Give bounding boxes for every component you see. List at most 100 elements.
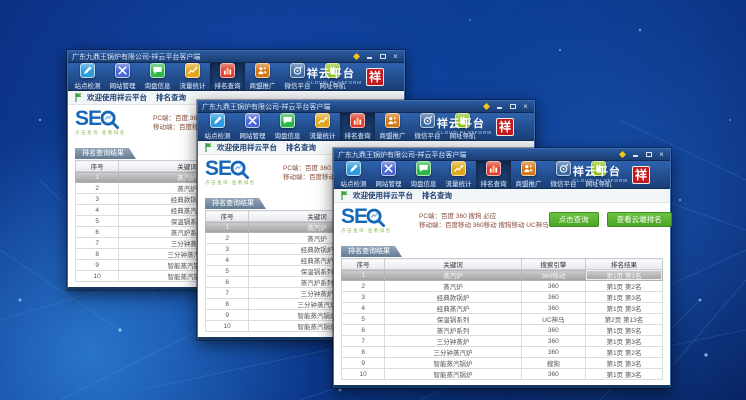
mobile-engines-line: 移动端：百度移动 360移动 搜狗移动 UC神马 xyxy=(419,221,549,230)
window-titlebar[interactable]: 广东九鼎王锅炉有限公司-祥云平台客户端 × xyxy=(198,101,534,113)
flag-icon xyxy=(205,143,212,152)
toolbar-item-inquiry-info[interactable]: 询盘信息 xyxy=(140,63,175,90)
welcome-text: 欢迎使用祥云平台 xyxy=(87,92,147,103)
welcome-text: 欢迎使用祥云平台 xyxy=(217,142,277,153)
cell-engine: 360 xyxy=(521,347,585,358)
action-buttons: 点击查询 查看云端排名 xyxy=(549,212,672,227)
table-row[interactable]: 8三分钟蒸汽炉360第1页 第2名 xyxy=(342,347,663,358)
window-controls: × xyxy=(482,102,530,111)
cell-seq: 10 xyxy=(76,271,119,282)
window-controls: × xyxy=(352,52,400,61)
toolbar-item-traffic-stats[interactable]: 流量统计 xyxy=(175,63,210,90)
table-row[interactable]: 1蒸汽炉360移动第1页 第1名 xyxy=(342,270,663,281)
column-header[interactable]: 序号 xyxy=(206,211,249,222)
toolbar-item-alliance-promo[interactable]: 商盟推广 xyxy=(375,113,410,140)
pc-engines-line: PC端：百度 360 搜狗 必应 xyxy=(419,212,549,221)
cell-seq: 4 xyxy=(206,255,249,266)
cell-rank: 第2页 第13名 xyxy=(585,314,662,325)
window-titlebar[interactable]: 广东九鼎王锅炉有限公司-祥云平台客户端 × xyxy=(68,51,404,63)
brand-subtitle: CLOUD PLATFORM xyxy=(573,178,628,183)
table-row[interactable]: 2蒸汽炉360第1页 第2名 xyxy=(342,281,663,292)
cell-seq: 5 xyxy=(206,266,249,277)
engine-list: PC端：百度 360 搜狗 必应 移动端：百度移动 360移动 搜狗移动 UC神… xyxy=(419,212,549,230)
skin-button[interactable] xyxy=(618,150,627,159)
cell-engine: UC神马 xyxy=(521,314,585,325)
cell-keyword: 三分钟蒸汽炉 xyxy=(385,347,521,358)
chat-icon xyxy=(150,63,165,78)
table-row[interactable]: 3经典款锅炉360第1页 第3名 xyxy=(342,292,663,303)
toolbar-item-inquiry-info[interactable]: 询盘信息 xyxy=(270,113,305,140)
toolbar-item-label: 网站管理 xyxy=(240,130,266,140)
toolbar-item-traffic-stats[interactable]: 流量统计 xyxy=(441,161,476,188)
pencil-icon xyxy=(80,63,95,78)
toolbar-item-rank-query[interactable]: 排名查询 xyxy=(210,63,245,90)
column-header[interactable]: 排名结果 xyxy=(585,259,662,270)
cloud-rank-button[interactable]: 查看云端排名 xyxy=(607,212,672,227)
brand-subtitle: CLOUD PLATFORM xyxy=(307,80,362,85)
magnifier-icon xyxy=(100,110,119,129)
close-button[interactable]: × xyxy=(657,150,666,159)
people-icon xyxy=(255,63,270,78)
table-row[interactable]: 9智能蒸汽锅炉搜狗第1页 第3名 xyxy=(342,358,663,369)
maximize-button[interactable] xyxy=(378,52,387,61)
table-row[interactable]: 5保温锅系列UC神马第2页 第13名 xyxy=(342,314,663,325)
maximize-button[interactable] xyxy=(644,150,653,159)
toolbar-item-rank-query[interactable]: 排名查询 xyxy=(476,161,511,188)
toolbar-item-site-manage[interactable]: 网站管理 xyxy=(235,113,270,140)
toolbar-item-site-manage[interactable]: 网站管理 xyxy=(105,63,140,90)
minimize-button[interactable] xyxy=(365,52,374,61)
close-button[interactable]: × xyxy=(391,52,400,61)
people-icon xyxy=(521,161,536,176)
tab-rank-results[interactable]: 排名查询结果 xyxy=(341,246,402,257)
toolbar-item-traffic-stats[interactable]: 流量统计 xyxy=(305,113,340,140)
page-title: 排名查询 xyxy=(286,142,316,153)
toolbar-item-site-check[interactable]: 站点检测 xyxy=(200,113,235,140)
toolbar-item-label: 询盘信息 xyxy=(411,178,437,188)
minimize-button[interactable] xyxy=(495,102,504,111)
bar-chart-icon xyxy=(350,113,365,128)
column-header[interactable]: 序号 xyxy=(342,259,385,270)
toolbar-item-inquiry-info[interactable]: 询盘信息 xyxy=(406,161,441,188)
cell-engine: 360 xyxy=(521,281,585,292)
cell-engine: 360 xyxy=(521,336,585,347)
brand-badge: 祥 xyxy=(632,166,650,184)
table-row[interactable]: 10智能蒸汽锅炉360第1页 第3名 xyxy=(342,369,663,380)
window-titlebar[interactable]: 广东九鼎王锅炉有限公司-祥云平台客户端 × xyxy=(334,149,670,161)
cell-seq: 2 xyxy=(342,281,385,292)
column-header[interactable]: 关键词 xyxy=(385,259,521,270)
column-header[interactable]: 搜索引擎 xyxy=(521,259,585,270)
column-header[interactable]: 序号 xyxy=(76,161,119,172)
toolbar-item-label: 站点检测 xyxy=(205,130,231,140)
cell-engine: 360 xyxy=(521,303,585,314)
cell-rank: 第1页 第3名 xyxy=(585,369,662,380)
table-row[interactable]: 7三分钟蒸炉360第1页 第3名 xyxy=(342,336,663,347)
toolbar-item-alliance-promo[interactable]: 商盟推广 xyxy=(511,161,546,188)
cell-seq: 8 xyxy=(342,347,385,358)
table-row[interactable]: 6蒸汽炉系列360第1页 第5名 xyxy=(342,325,663,336)
seo-header-row: SE 点击查询 查看排名 PC端：百度 360 搜狗 必应 移动端：百度移动 3… xyxy=(341,207,663,240)
tab-rank-results[interactable]: 排名查询结果 xyxy=(205,198,266,209)
toolbar-item-label: 排名查询 xyxy=(215,80,241,90)
cell-seq: 9 xyxy=(206,310,249,321)
toolbar-item-site-manage[interactable]: 网站管理 xyxy=(371,161,406,188)
toolbar-item-site-check[interactable]: 站点检测 xyxy=(336,161,371,188)
main-toolbar: 站点检测网站管理询盘信息流量统计排名查询商盟推广微信平台网址导航 祥云平台 CL… xyxy=(334,161,670,189)
toolbar-item-rank-query[interactable]: 排名查询 xyxy=(340,113,375,140)
skin-button[interactable] xyxy=(352,52,361,61)
cell-rank: 第1页 第2名 xyxy=(585,281,662,292)
query-button[interactable]: 点击查询 xyxy=(549,212,599,227)
toolbar-item-alliance-promo[interactable]: 商盟推广 xyxy=(245,63,280,90)
tab-rank-results[interactable]: 排名查询结果 xyxy=(75,148,136,159)
close-button[interactable]: × xyxy=(521,102,530,111)
table-row[interactable]: 4经典蒸汽炉360第1页 第3名 xyxy=(342,303,663,314)
cell-engine: 360移动 xyxy=(521,270,585,281)
toolbar-item-label: 流量统计 xyxy=(446,178,472,188)
cell-keyword: 三分钟蒸炉 xyxy=(385,336,521,347)
maximize-button[interactable] xyxy=(508,102,517,111)
cell-keyword: 智能蒸汽锅炉 xyxy=(385,358,521,369)
minimize-button[interactable] xyxy=(631,150,640,159)
skin-button[interactable] xyxy=(482,102,491,111)
toolbar-item-site-check[interactable]: 站点检测 xyxy=(70,63,105,90)
compass-icon xyxy=(290,63,305,78)
cell-seq: 10 xyxy=(342,369,385,380)
